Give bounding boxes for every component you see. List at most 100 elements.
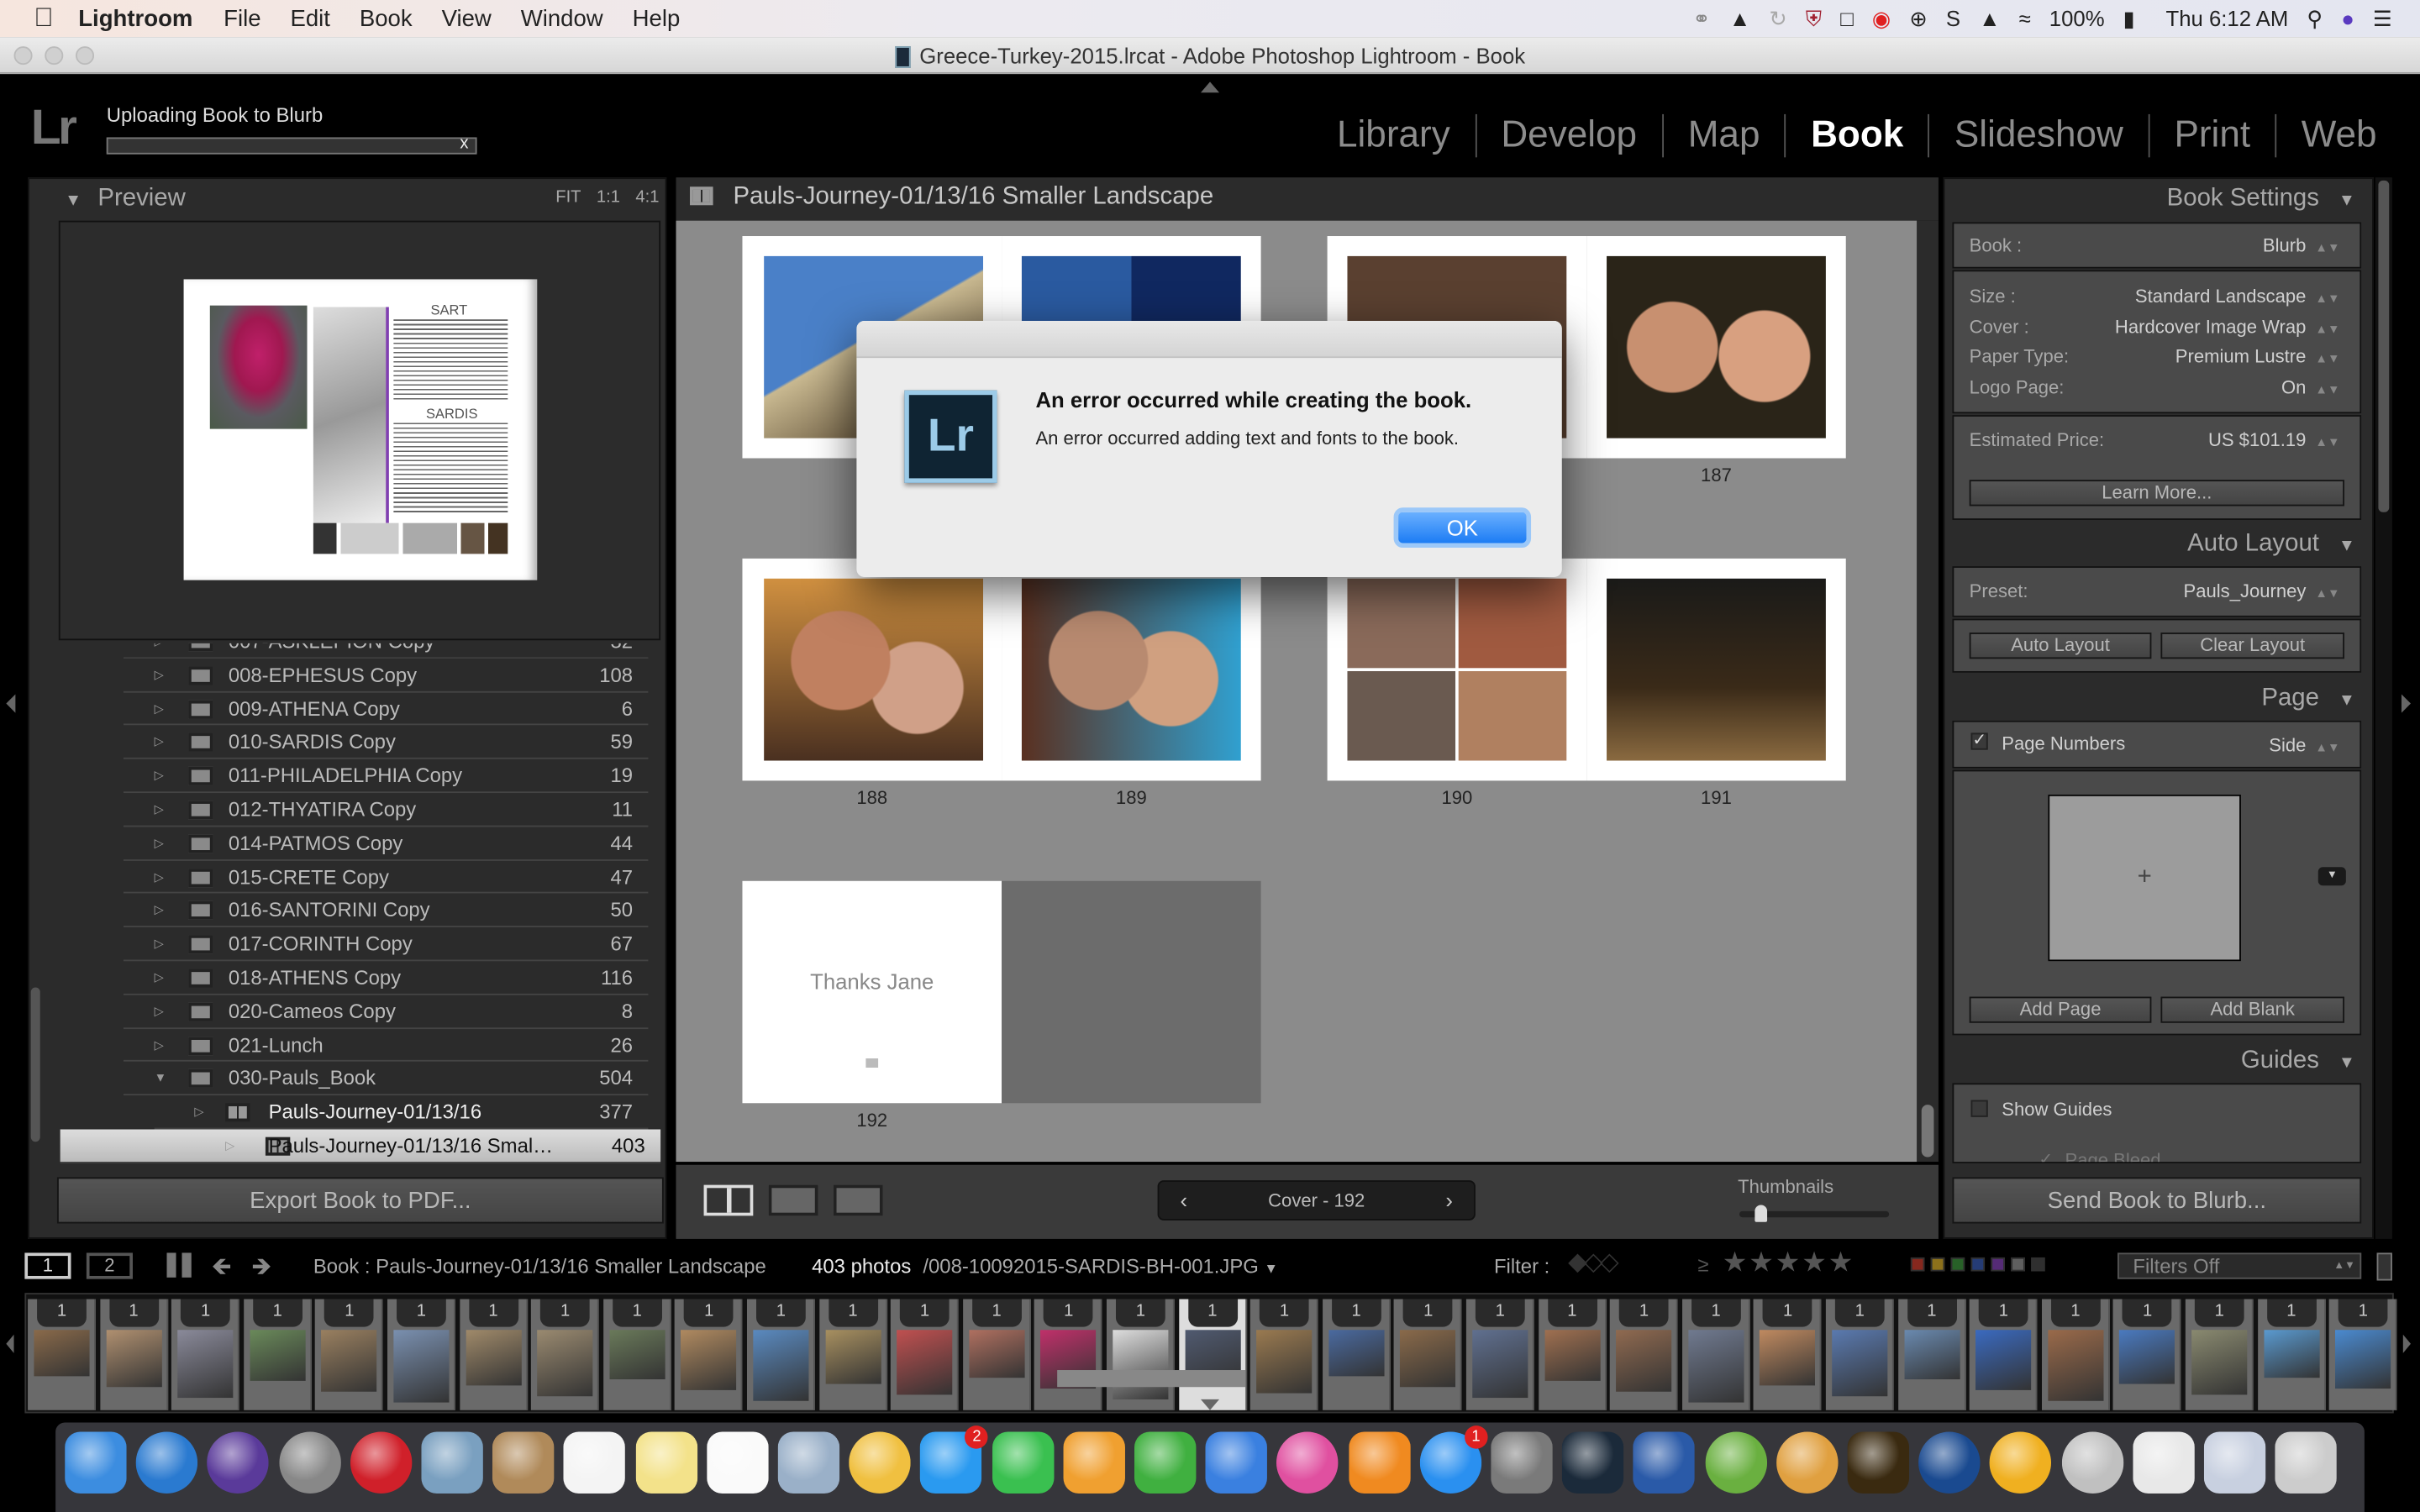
- book-select[interactable]: Blurb ▲▼: [2263, 234, 2340, 256]
- book-page[interactable]: [742, 558, 1002, 781]
- shield-icon[interactable]: ⛨: [1806, 5, 1822, 31]
- module-web[interactable]: Web: [2275, 113, 2401, 158]
- filmstrip-thumbnail[interactable]: 1: [1106, 1299, 1175, 1410]
- siri-icon[interactable]: ●: [2341, 6, 2354, 30]
- module-develop[interactable]: Develop: [1475, 113, 1661, 158]
- auto-layout-header[interactable]: Auto Layout ▼: [2187, 531, 2355, 559]
- zoom-1-1[interactable]: 1:1: [597, 188, 620, 207]
- clear-layout-button[interactable]: Clear Layout: [2160, 633, 2345, 659]
- module-map[interactable]: Map: [1661, 113, 1784, 158]
- minimize-window-button[interactable]: [45, 46, 64, 66]
- module-library[interactable]: Library: [1313, 114, 1476, 157]
- page-photo[interactable]: [1347, 578, 1456, 669]
- grid-view-icon[interactable]: [166, 1252, 192, 1278]
- dock-safari-icon[interactable]: [135, 1431, 198, 1494]
- book-page[interactable]: [1586, 558, 1846, 781]
- filmstrip-thumbnail[interactable]: 1: [1754, 1299, 1823, 1410]
- dock-finder-icon[interactable]: [65, 1431, 127, 1494]
- page-template-preview[interactable]: +: [2048, 794, 2241, 962]
- dock-messages-icon[interactable]: 2: [920, 1425, 989, 1494]
- dock-downloads-icon[interactable]: [2203, 1431, 2266, 1494]
- page-bleed-checkbox[interactable]: ✓: [2039, 1149, 2053, 1162]
- filmstrip-thumbnail[interactable]: 1: [602, 1299, 671, 1410]
- collection-item[interactable]: ▷ 010-SARDIS Copy 59: [123, 726, 649, 760]
- filmstrip-thumbnail[interactable]: 1: [2257, 1299, 2326, 1410]
- color-label-swatch[interactable]: [1970, 1257, 1986, 1272]
- menu-edit[interactable]: Edit: [290, 5, 329, 31]
- dock-documents-icon[interactable]: [2133, 1431, 2195, 1494]
- color-label-swatch[interactable]: [1991, 1257, 2005, 1272]
- close-window-button[interactable]: [13, 46, 33, 66]
- send-to-blurb-button[interactable]: Send Book to Blurb...: [1952, 1177, 2362, 1224]
- dock-calendar-icon[interactable]: [564, 1431, 626, 1494]
- disclosure-triangle-icon[interactable]: ▷: [155, 860, 164, 893]
- opera-icon[interactable]: ◉: [1872, 5, 1891, 31]
- filmstrip-thumbnail[interactable]: 1: [1394, 1299, 1463, 1410]
- collection-item[interactable]: ▷ 015-CRETE Copy 47: [123, 860, 649, 895]
- spread-view-button[interactable]: [768, 1184, 818, 1216]
- dock-keynote-icon[interactable]: [1205, 1431, 1268, 1494]
- dock-app-store-icon[interactable]: 1: [1419, 1425, 1488, 1494]
- disclosure-triangle-icon[interactable]: ▷: [155, 793, 164, 826]
- module-book[interactable]: Book: [1784, 113, 1928, 158]
- apple-icon[interactable]: : [34, 3, 53, 34]
- filmstrip-thumbnail[interactable]: 1: [1322, 1299, 1391, 1410]
- learn-more-button[interactable]: Learn More...: [1969, 480, 2345, 507]
- next-page-button[interactable]: ›: [1426, 1184, 1472, 1217]
- ok-button[interactable]: OK: [1393, 507, 1532, 549]
- dock-photos-icon[interactable]: [849, 1431, 912, 1494]
- wifi-icon[interactable]: ≈: [2019, 6, 2031, 30]
- page-numbers-position-select[interactable]: Side ▲▼: [2269, 734, 2339, 756]
- thumbnail-slider-knob[interactable]: [1754, 1205, 1767, 1222]
- filmstrip-thumbnail[interactable]: 1: [1970, 1299, 2038, 1410]
- filmstrip-thumbnail[interactable]: 1: [99, 1299, 168, 1410]
- flag-filter-icons[interactable]: ◆◇◇: [1568, 1247, 1618, 1278]
- filter-lock-switch[interactable]: [2376, 1252, 2392, 1281]
- filmstrip-scrollbar-thumb[interactable]: [1057, 1370, 1246, 1388]
- color-label-swatch[interactable]: [2031, 1257, 2045, 1272]
- menu-help[interactable]: Help: [633, 5, 681, 31]
- collection-item[interactable]: ▷ 018-ATHENS Copy 116: [123, 961, 649, 995]
- dock-notes-icon[interactable]: [634, 1431, 697, 1494]
- page-section-header[interactable]: Page ▼: [2261, 685, 2355, 713]
- expanded-triangle-icon[interactable]: ▼: [155, 1062, 167, 1095]
- disclosure-triangle-icon[interactable]: ▷: [155, 759, 164, 792]
- dock-numbers-icon[interactable]: [1134, 1431, 1197, 1494]
- right-panel-scrollbar[interactable]: [2375, 177, 2392, 1239]
- menu-window[interactable]: Window: [521, 5, 603, 31]
- filmstrip-thumbnail[interactable]: 1: [28, 1299, 96, 1410]
- collection-item[interactable]: ▷ Pauls-Journey-01/13/16 377: [154, 1095, 649, 1130]
- forward-arrow-icon[interactable]: 🡺: [251, 1250, 271, 1292]
- filmstrip-thumbnail[interactable]: 1: [2328, 1299, 2397, 1410]
- filmstrip-thumbnail[interactable]: 1: [243, 1299, 312, 1410]
- current-file-name[interactable]: /008-10092015-SARDIS-BH-001.JPG ▼: [923, 1254, 1278, 1278]
- collection-item[interactable]: ▷ 014-PATMOS Copy 44: [123, 827, 649, 861]
- page-photo[interactable]: [1347, 670, 1456, 761]
- zoom-4-1[interactable]: 4:1: [635, 188, 659, 207]
- price-select[interactable]: US $101.19 ▲▼: [2208, 429, 2340, 451]
- paper-select[interactable]: Premium Lustre ▲▼: [2175, 345, 2340, 367]
- logo-select[interactable]: On ▲▼: [2281, 376, 2340, 398]
- filmstrip-thumbnail[interactable]: 1: [2041, 1299, 2110, 1410]
- filmstrip-thumbnail[interactable]: 1: [459, 1299, 528, 1410]
- page-numbers-label[interactable]: Page Numbers: [2002, 732, 2125, 754]
- dock-globe-app-icon[interactable]: [1776, 1431, 1839, 1494]
- zoom-fit[interactable]: FIT: [555, 188, 581, 207]
- filmstrip-thumbnail[interactable]: 1: [675, 1299, 744, 1410]
- creative-cloud-icon[interactable]: ⚭: [1692, 5, 1711, 31]
- collection-item[interactable]: ▷ 012-THYATIRA Copy 11: [123, 793, 649, 827]
- dock-contacts-icon[interactable]: [492, 1431, 555, 1494]
- disclosure-triangle-icon[interactable]: ▷: [155, 692, 164, 725]
- disclosure-triangle-icon[interactable]: ▷: [155, 894, 164, 927]
- preset-select[interactable]: Pauls_Journey ▲▼: [2184, 580, 2340, 602]
- page-photo-night-street[interactable]: [1607, 578, 1826, 761]
- collection-item[interactable]: ▷ 011-PHILADELPHIA Copy 19: [123, 759, 649, 794]
- filmstrip-thumbnail[interactable]: 1: [1825, 1299, 1894, 1410]
- guides-header[interactable]: Guides ▼: [2241, 1047, 2355, 1075]
- single-page-view-button[interactable]: [833, 1184, 883, 1216]
- dock-launchpad-icon[interactable]: [278, 1431, 341, 1494]
- filmstrip-scroll-right-icon[interactable]: [2402, 1334, 2411, 1353]
- show-guides-checkbox[interactable]: [1970, 1100, 1988, 1117]
- collection-item[interactable]: ▷ 009-ATHENA Copy 6: [123, 692, 649, 726]
- filmstrip-thumbnail[interactable]: 1: [1681, 1299, 1750, 1410]
